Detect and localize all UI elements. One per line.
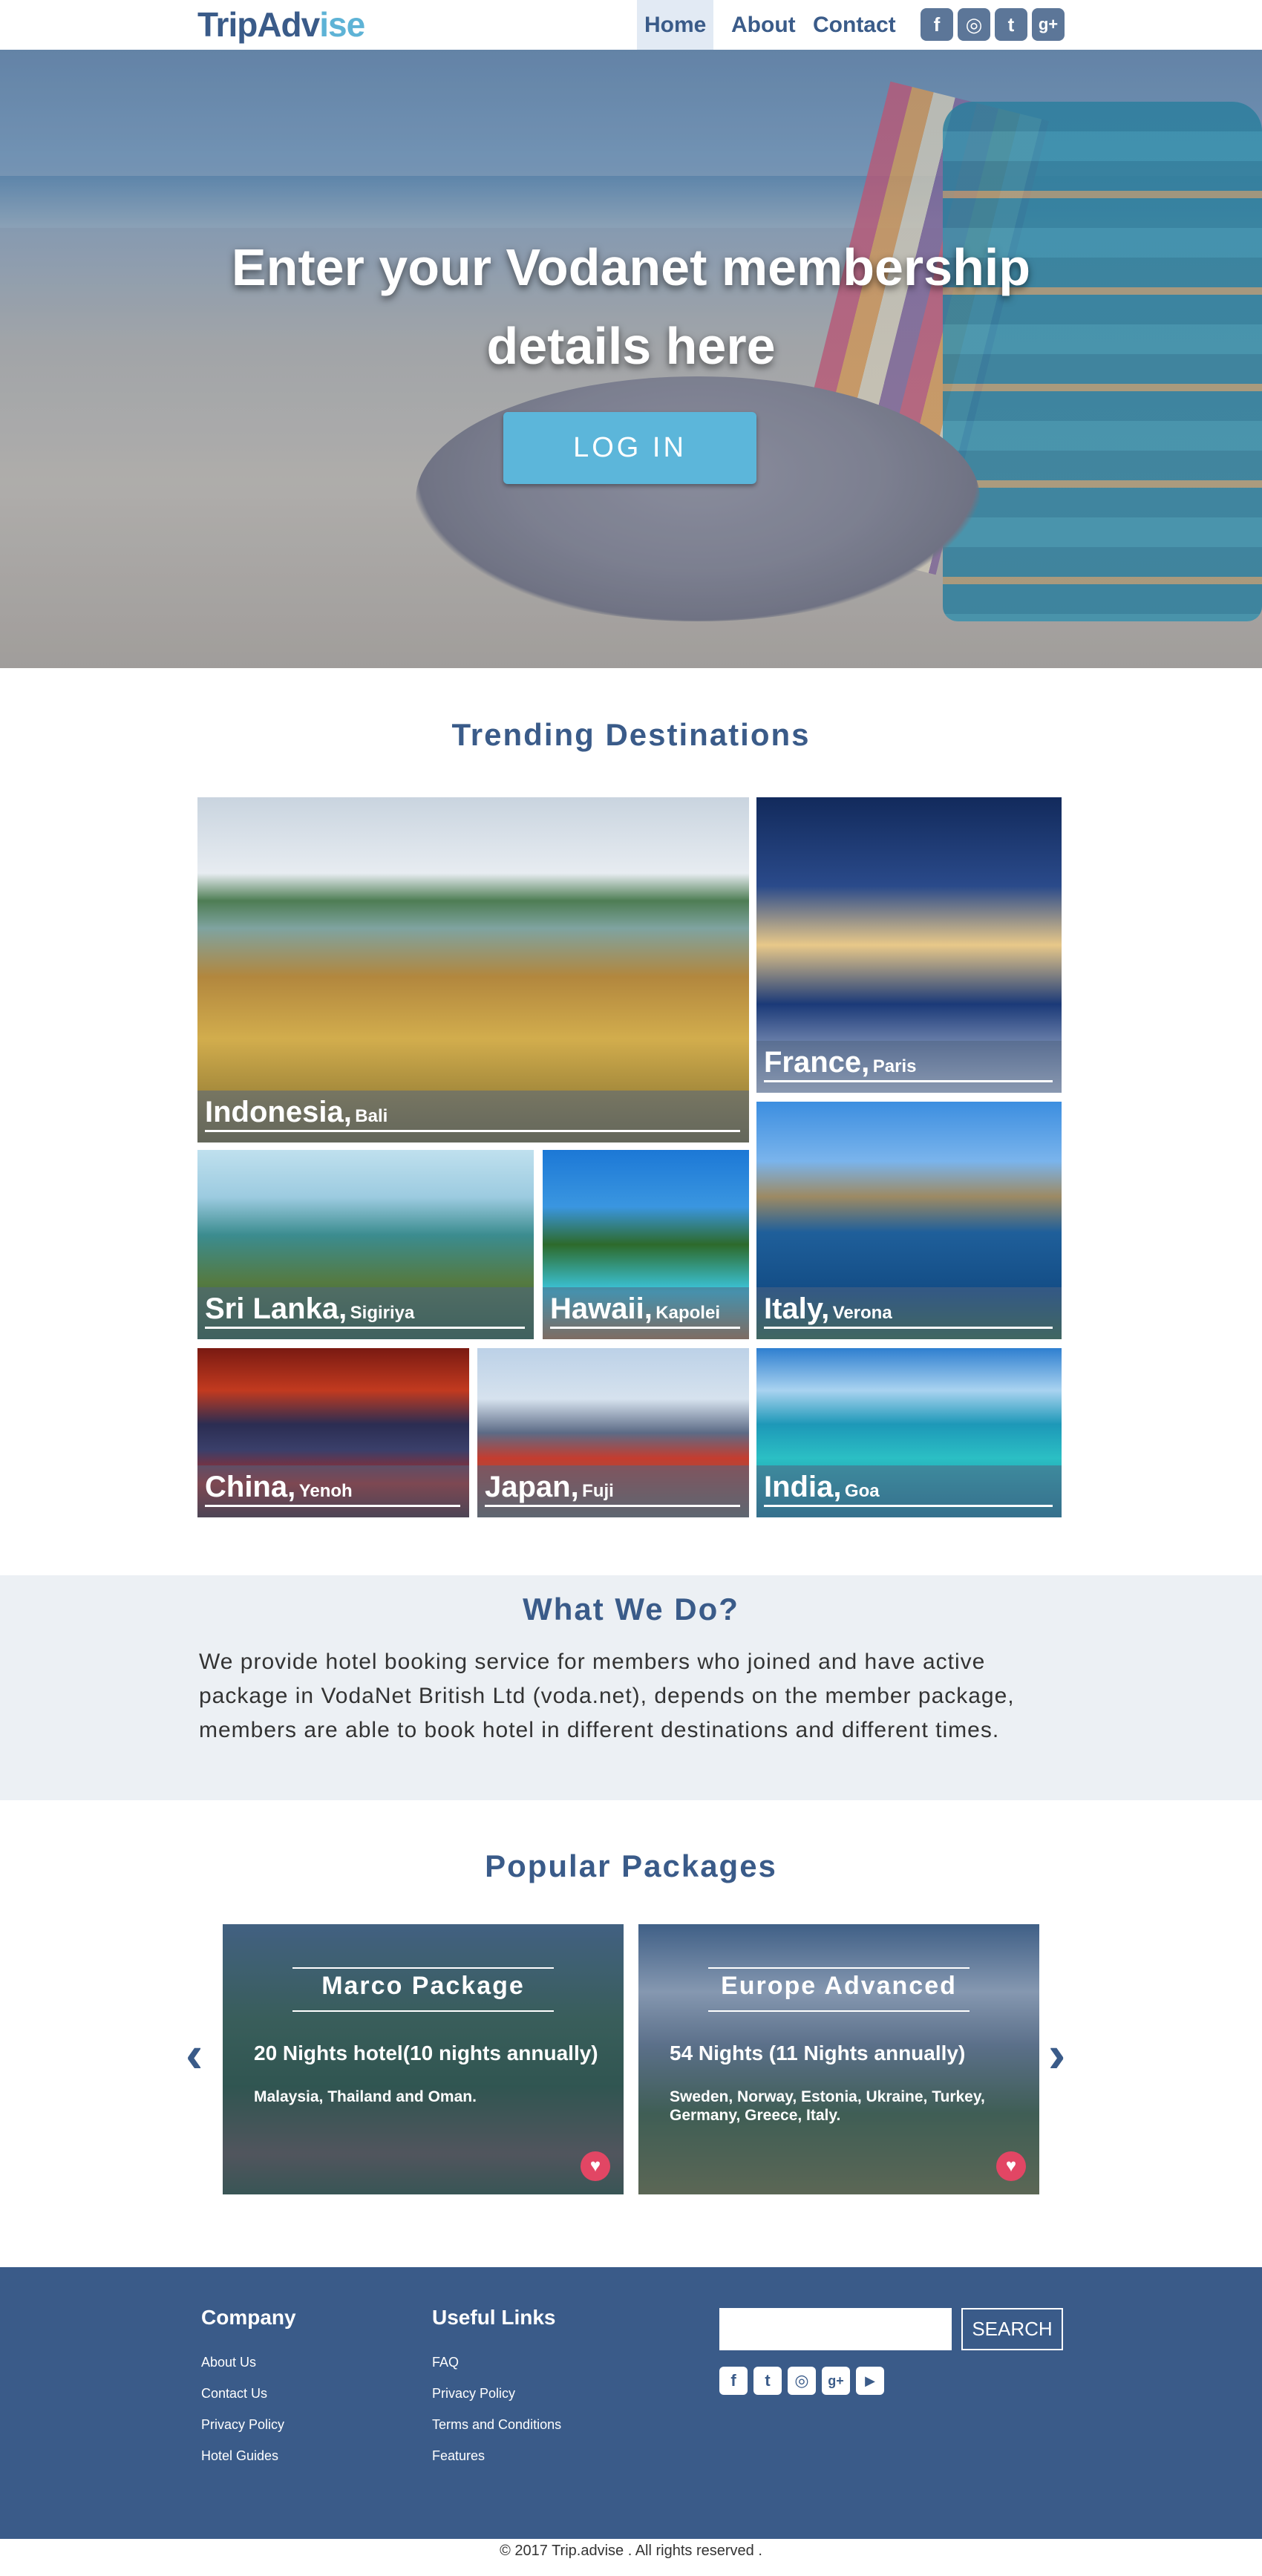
favorite-heart-icon[interactable]: ♥ (996, 2151, 1026, 2181)
package-title: Marco Package (321, 1972, 525, 2000)
hero-title-line2: details here (486, 317, 776, 375)
logo-text-part1: TripAdv (197, 5, 320, 44)
tile-city: Sigiriya (350, 1303, 415, 1323)
what-we-do-title: What We Do? (523, 1592, 739, 1627)
top-navbar: TripAdvise Home About Contact f ◎ t g+ (0, 0, 1262, 50)
what-we-do-section: What We Do? We provide hotel booking ser… (0, 1575, 1262, 1800)
carousel-next-arrow-icon[interactable]: › (1048, 2028, 1073, 2080)
twitter-icon[interactable]: t (995, 8, 1027, 41)
footer-link-faq[interactable]: FAQ (432, 2355, 459, 2370)
login-button[interactable]: LOG IN (503, 412, 756, 484)
tile-country: Sri Lanka, (205, 1292, 347, 1325)
nav-link-about[interactable]: About (724, 0, 803, 50)
destination-tile-china[interactable]: China, Yenoh (197, 1348, 469, 1517)
package-nights: 54 Nights (11 Nights annually) (670, 2041, 966, 2065)
footer-useful-links-title: Useful Links (432, 2306, 556, 2329)
instagram-icon[interactable]: ◎ (958, 8, 990, 41)
trending-title: Trending Destinations (451, 717, 811, 752)
footer-search-button[interactable]: SEARCH (961, 2308, 1063, 2350)
tile-city: Kapolei (655, 1303, 720, 1323)
tile-country: Italy, (764, 1292, 830, 1325)
tile-city: Paris (872, 1056, 917, 1076)
package-card-marco[interactable]: Marco Package 20 Nights hotel(10 nights … (223, 1924, 624, 2194)
nav-link-contact[interactable]: Contact (805, 0, 903, 50)
footer-search-input[interactable] (719, 2308, 952, 2350)
footer-link-privacy-policy-2[interactable]: Privacy Policy (432, 2386, 515, 2402)
destination-tile-sri-lanka[interactable]: Sri Lanka, Sigiriya (197, 1150, 534, 1339)
tile-country: Hawaii, (550, 1292, 653, 1325)
hero-banner: Enter your Vodanet membership details he… (0, 50, 1262, 668)
facebook-icon[interactable]: f (921, 8, 953, 41)
site-logo[interactable]: TripAdvise (197, 3, 365, 46)
footer-link-features[interactable]: Features (432, 2448, 485, 2464)
google-plus-icon[interactable]: g+ (822, 2367, 850, 2395)
facebook-icon[interactable]: f (719, 2367, 748, 2395)
tile-country: France, (764, 1046, 870, 1079)
tile-country: China, (205, 1471, 296, 1503)
footer: Company About Us Contact Us Privacy Poli… (0, 2267, 1262, 2539)
youtube-icon[interactable]: ▶ (856, 2367, 884, 2395)
tile-city: Fuji (582, 1481, 614, 1501)
copyright-text: © 2017 Trip.advise . All rights reserved… (500, 2543, 762, 2559)
what-we-do-text: We provide hotel booking service for mem… (199, 1650, 1015, 1742)
destination-tile-india[interactable]: India, Goa (756, 1348, 1062, 1517)
tile-city: Bali (355, 1106, 388, 1126)
hero-title: Enter your Vodanet membership details he… (0, 228, 1262, 385)
carousel-prev-arrow-icon[interactable]: ‹ (186, 2028, 211, 2080)
logo-text-part2: ise (319, 5, 365, 44)
tile-country: Japan, (485, 1471, 579, 1503)
hero-title-line1: Enter your Vodanet membership (231, 238, 1031, 296)
destination-tile-italy[interactable]: Italy, Verona (756, 1102, 1062, 1339)
footer-link-terms[interactable]: Terms and Conditions (432, 2417, 561, 2433)
google-plus-icon[interactable]: g+ (1032, 8, 1065, 41)
footer-link-contact-us[interactable]: Contact Us (201, 2386, 267, 2402)
destination-tile-hawaii[interactable]: Hawaii, Kapolei (543, 1150, 749, 1339)
twitter-icon[interactable]: t (753, 2367, 782, 2395)
package-title: Europe Advanced (721, 1972, 957, 2000)
tile-city: Goa (844, 1481, 880, 1501)
package-destinations: Malaysia, Thailand and Oman. (254, 2088, 477, 2105)
nav-link-home[interactable]: Home (637, 0, 714, 50)
popular-packages-title: Popular Packages (485, 1848, 777, 1883)
tile-country: India, (764, 1471, 842, 1503)
footer-social-links: f t ◎ g+ ▶ (719, 2367, 884, 2395)
tile-city: Yenoh (298, 1481, 353, 1501)
destination-tile-indonesia[interactable]: Indonesia, Bali (197, 797, 749, 1142)
package-nights: 20 Nights hotel(10 nights annually) (254, 2041, 598, 2065)
instagram-icon[interactable]: ◎ (788, 2367, 816, 2395)
package-destinations: Sweden, Norway, Estonia, Ukraine, Turkey… (670, 2088, 985, 2124)
footer-link-privacy-policy[interactable]: Privacy Policy (201, 2417, 284, 2433)
tile-city: Verona (832, 1303, 892, 1323)
footer-link-hotel-guides[interactable]: Hotel Guides (201, 2448, 278, 2464)
favorite-heart-icon[interactable]: ♥ (581, 2151, 610, 2181)
package-card-europe-advanced[interactable]: Europe Advanced 54 Nights (11 Nights ann… (638, 1924, 1039, 2194)
tile-country: Indonesia, (205, 1096, 352, 1128)
destination-tile-france[interactable]: France, Paris (756, 797, 1062, 1093)
header-social-links: f ◎ t g+ (921, 8, 1065, 41)
destination-tile-japan[interactable]: Japan, Fuji (477, 1348, 749, 1517)
footer-company-title: Company (201, 2306, 296, 2329)
footer-link-about-us[interactable]: About Us (201, 2355, 256, 2370)
